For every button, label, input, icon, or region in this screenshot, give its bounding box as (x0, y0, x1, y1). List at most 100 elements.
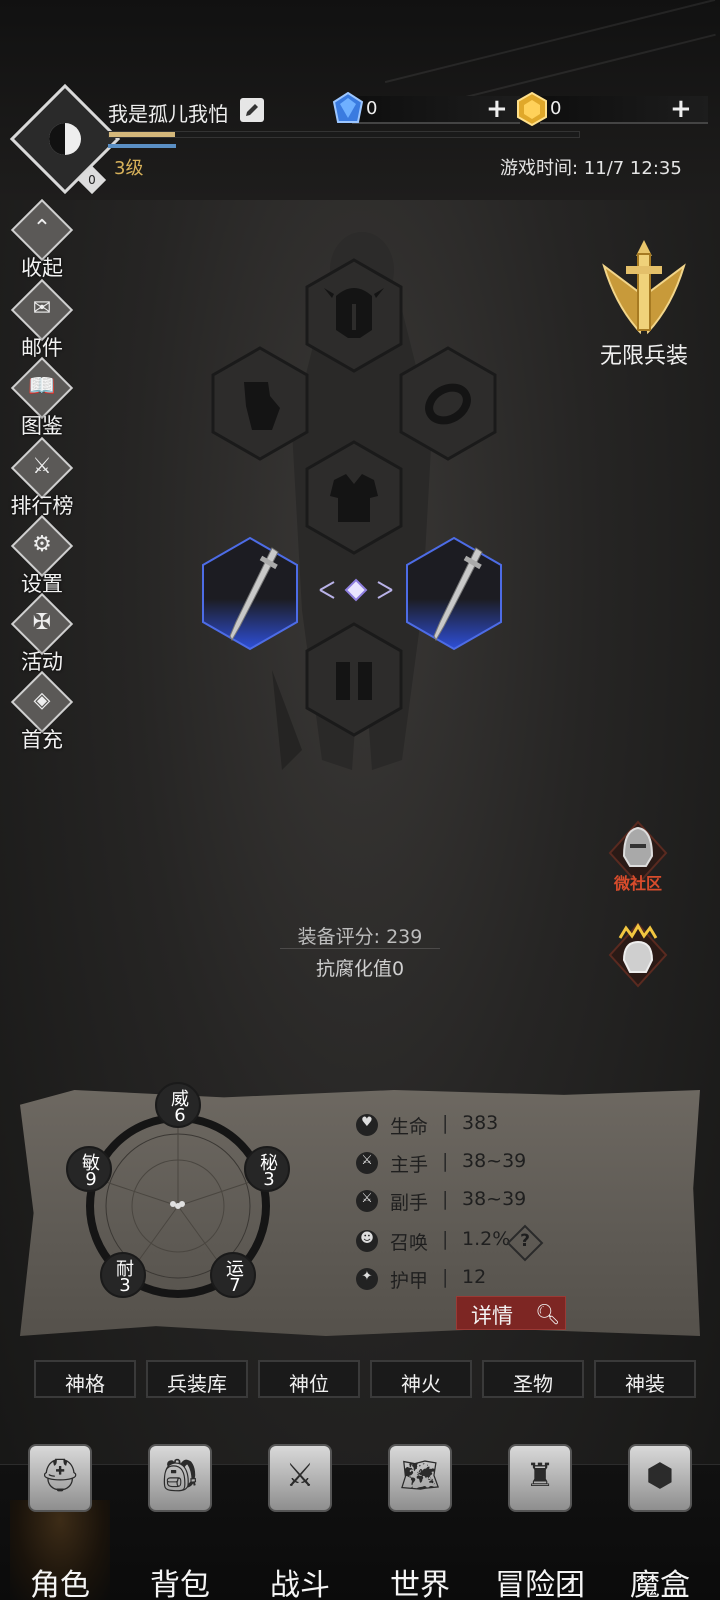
stat-separator: | (442, 1266, 449, 1288)
tab-label: 兵装库 (167, 1372, 227, 1396)
armor-icon (330, 474, 378, 522)
nav-world[interactable]: 🗺︎ 世界 (360, 1444, 480, 1600)
attr-value: 7 (229, 1275, 241, 1296)
score-divider (280, 948, 440, 949)
stat-separator: | (442, 1188, 449, 1210)
level-label: 3级 (114, 158, 144, 179)
edit-name-icon[interactable] (240, 98, 264, 122)
heart-icon: ♥ (356, 1114, 378, 1136)
blue-currency-value: 0 (366, 98, 378, 119)
magnifier-icon: 🔍︎ (535, 1302, 561, 1326)
exp-bar (108, 131, 580, 138)
side-menu-codex[interactable]: 📖 图鉴 (8, 356, 76, 438)
equip-slot-helmet[interactable] (304, 258, 404, 373)
tab-god-rank[interactable]: 神位 (258, 1360, 360, 1398)
nav-battle[interactable]: ⚔ 战斗 (240, 1444, 360, 1600)
nav-magic-box[interactable]: ⬢ 魔盒 (600, 1444, 720, 1600)
gold-currency-value: 0 (550, 98, 562, 119)
side-menu-first-recharge[interactable]: ◈ 首充 (8, 670, 76, 752)
add-blue-currency-button[interactable]: + (486, 96, 508, 122)
attr-endurance: 耐 3 (100, 1252, 146, 1298)
decor-streak (384, 0, 716, 84)
stat-row-main-hand: ⚔ 主手 | 38~39 (356, 1148, 686, 1178)
equip-slot-main-hand[interactable] (200, 536, 300, 651)
boots-icon (336, 662, 372, 700)
gold-crystal-icon (517, 92, 547, 126)
stat-label: 召唤 (390, 1232, 429, 1254)
equip-slot-ring[interactable] (398, 346, 498, 461)
tab-divine-gear[interactable]: 神装 (594, 1360, 696, 1398)
nav-adventure-group[interactable]: ♜ 冒险团 (480, 1444, 600, 1600)
equip-slot-gloves[interactable] (210, 346, 310, 461)
dagger-icon (433, 547, 483, 642)
tab-relics[interactable]: 圣物 (482, 1360, 584, 1398)
stat-value: 383 (462, 1112, 499, 1134)
nav-label: 背包 (150, 1568, 210, 1600)
tab-label: 神装 (625, 1372, 665, 1396)
off-hand-icon: ⚔ (356, 1190, 378, 1212)
equip-slot-boots[interactable] (304, 622, 404, 737)
side-menu-events[interactable]: ✠ 活动 (8, 592, 76, 674)
attr-arcane: 秘 3 (244, 1146, 290, 1192)
tab-armory[interactable]: 兵装库 (146, 1360, 248, 1398)
stat-row-hp: ♥ 生命 | 383 (356, 1110, 686, 1140)
attr-value: 6 (174, 1105, 186, 1126)
stat-value: 12 (462, 1266, 487, 1288)
stat-label: 主手 (390, 1154, 429, 1176)
side-menu-mail[interactable]: ✉ 邮件 (8, 278, 76, 360)
side-menu-ranking[interactable]: ⚔ 排行榜 (8, 436, 76, 518)
ring-icon (425, 383, 471, 425)
avatar[interactable] (40, 114, 90, 164)
energy-bar (108, 144, 580, 148)
attr-luck: 运 7 (210, 1252, 256, 1298)
equip-slot-armor[interactable] (304, 440, 404, 555)
equipment-score: 装备评分: 239 (297, 926, 423, 948)
helmet-icon (324, 288, 384, 338)
tab-label: 神位 (289, 1372, 329, 1396)
infinite-arms-icon[interactable] (596, 236, 692, 340)
blue-crystal-icon (332, 92, 364, 123)
stat-separator: | (442, 1228, 449, 1250)
nav-label: 世界 (390, 1568, 450, 1600)
equip-slot-off-hand[interactable] (404, 536, 504, 651)
help-icon-glyph: ? (520, 1231, 530, 1251)
exp-bar-fill (109, 132, 175, 137)
attr-might: 威 6 (155, 1082, 201, 1128)
stat-label: 副手 (390, 1192, 429, 1214)
nav-backpack[interactable]: 🎒︎ 背包 (120, 1444, 240, 1600)
details-button[interactable]: 详情 🔍︎ (456, 1296, 566, 1330)
armor-icon: ✦ (356, 1268, 378, 1290)
side-menu-settings[interactable]: ⚙ 设置 (8, 514, 76, 596)
stat-row-off-hand: ⚔ 副手 | 38~39 (356, 1186, 686, 1216)
side-menu-label: 收起 (21, 256, 63, 280)
nav-character[interactable]: ⛑ 角色 (0, 1444, 120, 1600)
attr-value: 9 (85, 1169, 97, 1190)
dagger-icon (229, 547, 279, 642)
gloves-icon (244, 382, 280, 430)
infinite-arms-label: 无限兵装 (599, 344, 688, 369)
tab-divinity[interactable]: 神格 (34, 1360, 136, 1398)
avatar-badge-count: 0 (88, 173, 96, 187)
side-menu-label: 图鉴 (21, 414, 63, 438)
tab-label: 神火 (401, 1372, 441, 1396)
nav-label: 冒险团 (495, 1568, 585, 1600)
corruption-resistance: 抗腐化值0 (315, 958, 405, 980)
game-time: 游戏时间: 11/7 12:35 (500, 158, 682, 179)
stat-value: 38~39 (462, 1188, 527, 1210)
player-name: 我是孤儿我怕 (108, 102, 228, 126)
tab-divine-fire[interactable]: 神火 (370, 1360, 472, 1398)
add-gold-currency-button[interactable]: + (670, 96, 692, 122)
energy-bar-fill (108, 144, 176, 148)
tab-label: 神格 (65, 1372, 105, 1396)
community-label: 微社区 (613, 874, 662, 893)
summon-icon: ☻ (356, 1230, 378, 1252)
stat-separator: | (442, 1150, 449, 1172)
attr-value: 3 (119, 1275, 131, 1296)
attr-agility: 敏 9 (66, 1146, 112, 1192)
nav-label: 角色 (30, 1568, 90, 1600)
side-menu-collapse[interactable]: ⌃ 收起 (8, 198, 76, 280)
stat-label: 生命 (390, 1116, 429, 1138)
swap-weapons-icon[interactable] (318, 576, 394, 604)
nav-label: 战斗 (270, 1568, 330, 1600)
stat-row-armor: ✦ 护甲 | 12 (356, 1264, 686, 1294)
